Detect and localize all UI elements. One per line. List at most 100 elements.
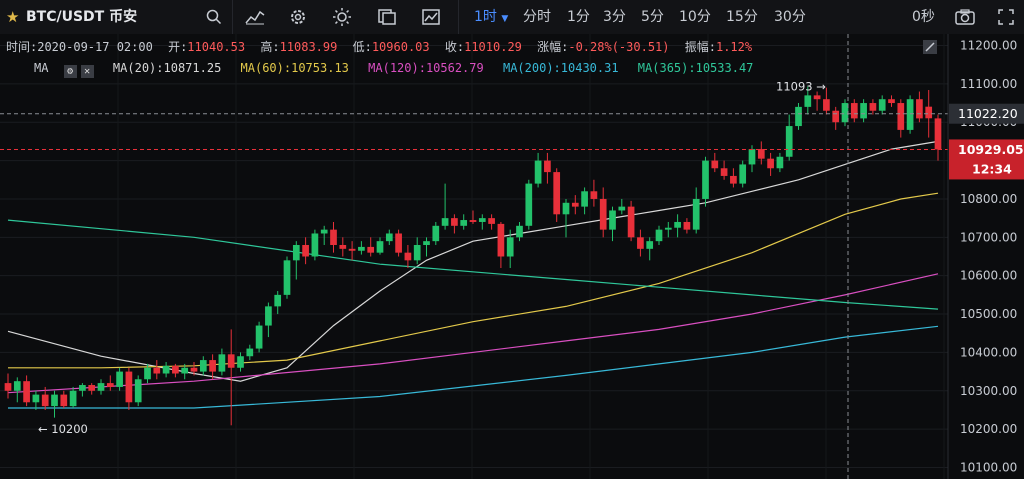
ma-settings-icon[interactable]: ⚙	[63, 65, 77, 78]
candle-body[interactable]	[497, 223, 505, 257]
interval-15m[interactable]: 15分	[726, 0, 758, 34]
candle-body[interactable]	[544, 160, 551, 173]
candle-body[interactable]	[609, 210, 616, 230]
candle-body[interactable]	[646, 241, 654, 249]
candle-body[interactable]	[181, 367, 189, 374]
candle-body[interactable]	[88, 385, 96, 391]
symbol-title[interactable]: BTC/USDT 币安	[26, 0, 137, 34]
interval-30m[interactable]: 30分	[774, 0, 806, 34]
candle-body[interactable]	[246, 348, 254, 357]
candle-body[interactable]	[488, 218, 495, 224]
candle-body[interactable]	[590, 191, 598, 199]
candle-body[interactable]	[934, 118, 942, 150]
layout-icon[interactable]	[378, 0, 396, 34]
candle-body[interactable]	[674, 221, 681, 228]
candle-body[interactable]	[265, 306, 272, 326]
candle-body[interactable]	[804, 95, 812, 107]
candle-body[interactable]	[4, 383, 12, 391]
candle-body[interactable]	[51, 394, 58, 407]
candle-body[interactable]	[339, 244, 347, 249]
candle-body[interactable]	[144, 367, 151, 380]
seconds-label[interactable]: 0秒	[912, 0, 935, 34]
candle-body[interactable]	[469, 220, 477, 222]
interval-5m[interactable]: 5分	[641, 0, 664, 34]
candle-body[interactable]	[525, 183, 533, 226]
candle-body[interactable]	[41, 394, 49, 407]
candle-body[interactable]	[906, 99, 914, 130]
candle-body[interactable]	[432, 225, 440, 242]
candle-body[interactable]	[32, 394, 40, 403]
settings-icon[interactable]	[289, 0, 307, 34]
candle-body[interactable]	[813, 95, 821, 100]
candlestick-chart[interactable]: 11200.0011100.0011000.0010900.0010800.00…	[0, 34, 1024, 479]
candle-body[interactable]	[13, 381, 21, 391]
candle-body[interactable]	[404, 252, 412, 261]
camera-icon[interactable]	[955, 0, 975, 34]
candle-body[interactable]	[832, 110, 840, 123]
candle-body[interactable]	[878, 99, 886, 111]
candle-body[interactable]	[376, 241, 384, 253]
candle-body[interactable]	[599, 198, 607, 230]
candle-body[interactable]	[97, 383, 105, 391]
candle-body[interactable]	[311, 233, 319, 257]
candle-body[interactable]	[897, 103, 905, 130]
candle-body[interactable]	[581, 191, 588, 207]
candle-body[interactable]	[776, 156, 784, 169]
indicators-icon[interactable]	[245, 0, 265, 34]
candle-body[interactable]	[134, 379, 142, 403]
candle-body[interactable]	[385, 233, 393, 242]
candle-body[interactable]	[664, 227, 672, 230]
fullscreen-icon[interactable]	[998, 0, 1014, 34]
candle-body[interactable]	[841, 103, 849, 123]
candle-body[interactable]	[562, 202, 570, 215]
candle-body[interactable]	[860, 103, 867, 119]
candle-body[interactable]	[209, 360, 216, 372]
candle-body[interactable]	[516, 225, 523, 238]
candle-body[interactable]	[618, 206, 626, 211]
candle-body[interactable]	[172, 365, 179, 374]
candle-body[interactable]	[757, 149, 765, 159]
interval-3m[interactable]: 3分	[603, 0, 626, 34]
candle-body[interactable]	[460, 220, 468, 226]
candle-body[interactable]	[283, 260, 291, 295]
candle-body[interactable]	[823, 99, 830, 111]
candle-body[interactable]	[869, 103, 877, 111]
candle-body[interactable]	[916, 99, 923, 119]
candle-body[interactable]	[506, 237, 514, 257]
interval-timeline[interactable]: 分时	[523, 0, 551, 34]
candle-body[interactable]	[720, 168, 728, 176]
search-icon[interactable]	[206, 0, 224, 34]
candle-body[interactable]	[795, 106, 802, 127]
candle-body[interactable]	[199, 360, 207, 372]
candle-body[interactable]	[330, 229, 337, 245]
candle-body[interactable]	[292, 244, 300, 261]
candle-body[interactable]	[395, 233, 402, 253]
candle-body[interactable]	[655, 229, 663, 242]
candle-body[interactable]	[162, 365, 170, 374]
candle-body[interactable]	[227, 354, 235, 368]
candle-body[interactable]	[358, 246, 365, 251]
candle-body[interactable]	[190, 367, 198, 372]
candle-body[interactable]	[274, 294, 282, 307]
candle-body[interactable]	[60, 394, 68, 407]
candle-body[interactable]	[785, 126, 793, 157]
candle-body[interactable]	[478, 218, 486, 222]
ma-close-icon[interactable]: ✕	[80, 65, 94, 78]
candle-body[interactable]	[116, 371, 123, 387]
candle-body[interactable]	[79, 385, 86, 391]
candle-body[interactable]	[553, 172, 561, 215]
candle-body[interactable]	[106, 383, 114, 387]
candle-body[interactable]	[125, 371, 133, 403]
candle-body[interactable]	[302, 244, 309, 257]
candle-body[interactable]	[367, 246, 375, 253]
candle-body[interactable]	[153, 367, 161, 374]
candle-body[interactable]	[748, 149, 756, 165]
candle-body[interactable]	[711, 160, 719, 169]
candle-body[interactable]	[637, 237, 644, 249]
candle-body[interactable]	[237, 356, 244, 368]
candle-body[interactable]	[320, 229, 328, 234]
candle-body[interactable]	[850, 103, 858, 119]
candle-body[interactable]	[692, 198, 700, 230]
candle-body[interactable]	[441, 218, 449, 226]
candle-body[interactable]	[69, 390, 77, 407]
